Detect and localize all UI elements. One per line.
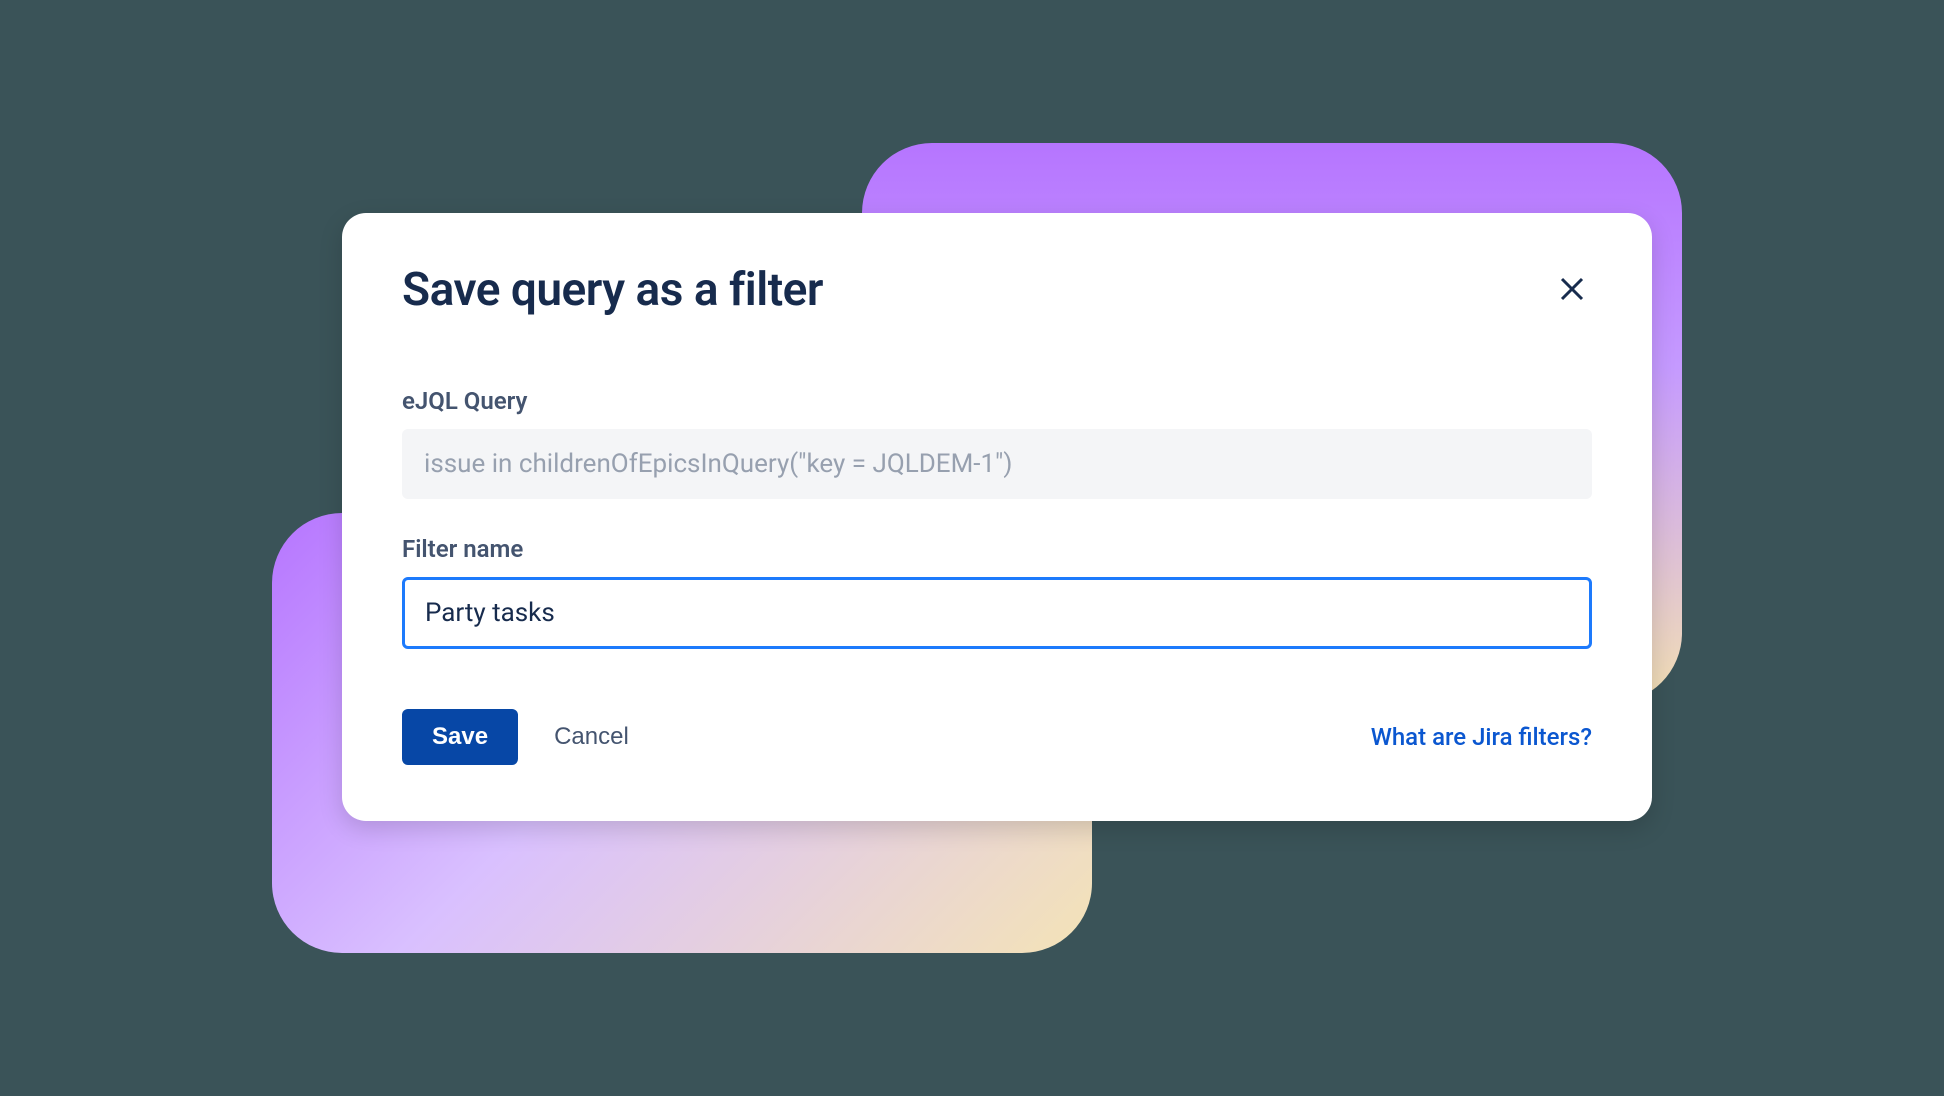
filter-name-input[interactable] [402,577,1592,649]
save-filter-modal: Save query as a filter eJQL Query issue … [342,213,1652,821]
help-link[interactable]: What are Jira filters? [1371,723,1592,751]
save-button[interactable]: Save [402,709,518,765]
cancel-button[interactable]: Cancel [554,723,629,751]
filter-name-label: Filter name [402,535,1592,563]
ejql-query-label: eJQL Query [402,387,1592,415]
ejql-query-value: issue in childrenOfEpicsInQuery("key = J… [402,429,1592,499]
modal-title: Save query as a filter [402,263,823,317]
close-icon[interactable] [1552,269,1592,309]
